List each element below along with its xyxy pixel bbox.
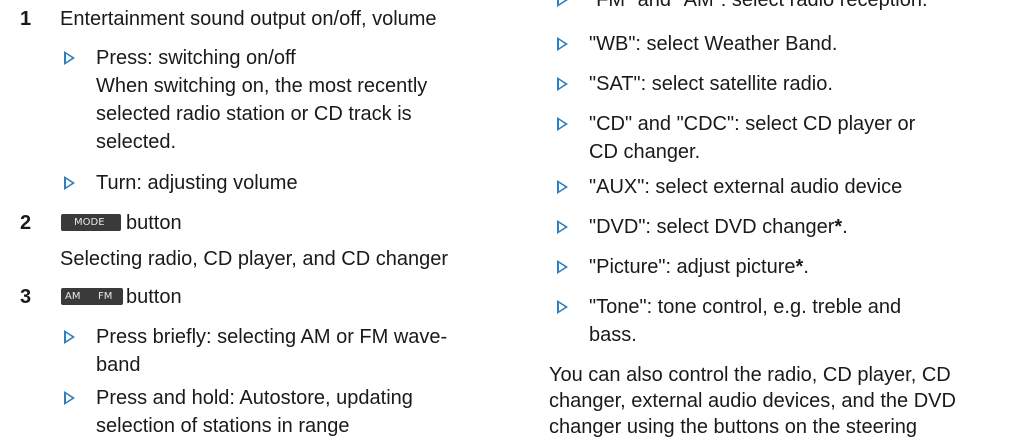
item-3-bullet-2-line-2: selection of stations in range — [96, 415, 350, 437]
right-bullet-7-line-1: "Tone": tone control, e.g. treble and — [589, 296, 902, 318]
right-bullet-0: "FM" and "AM": select radio reception. — [589, 0, 928, 11]
am-fm-button-icon: AM FM — [61, 288, 123, 305]
right-bullet-1: "WB": select Weather Band. — [589, 33, 838, 55]
triangle-bullet-icon — [557, 37, 568, 51]
item-2-number: 2 — [20, 212, 32, 234]
right-bullet-5: "DVD": select DVD changer*. — [589, 214, 848, 240]
triangle-bullet-icon — [557, 77, 568, 91]
triangle-bullet-icon — [64, 51, 75, 65]
right-bullet-6: "Picture": adjust picture*. — [589, 254, 809, 280]
right-bullet-2: "SAT": select satellite radio. — [589, 73, 833, 95]
item-2-suffix: button — [126, 212, 182, 234]
right-bullet-6-end: . — [803, 256, 809, 278]
item-3-bullet-1-line-1: Press briefly: selecting AM or FM wave- — [96, 326, 448, 348]
right-bullet-3-line-2: CD changer. — [589, 141, 701, 163]
item-3-bullet-1-line-2: band — [96, 354, 141, 376]
item-1-bullet-2: Turn: adjusting volume — [96, 172, 298, 194]
right-bullet-4: "AUX": select external audio device — [589, 176, 903, 198]
paragraph-line-3: changer using the buttons on the steerin… — [549, 416, 918, 438]
right-bullet-5-text: "DVD": select DVD changer — [589, 216, 835, 238]
paragraph-line-1: You can also control the radio, CD playe… — [549, 364, 951, 386]
item-2-description: Selecting radio, CD player, and CD chang… — [60, 248, 448, 270]
mode-button-icon: MODE — [61, 214, 121, 231]
item-3-bullet-2-line-1: Press and hold: Autostore, updating — [96, 387, 413, 409]
item-3-suffix: button — [126, 286, 182, 308]
triangle-bullet-icon — [557, 220, 568, 234]
fm-button-label: FM — [98, 291, 113, 302]
item-1-title: Entertainment sound output on/off, volum… — [60, 8, 437, 30]
right-bullet-6-text: "Picture": adjust picture — [589, 256, 796, 278]
triangle-bullet-icon — [557, 117, 568, 131]
mode-button-label: MODE — [74, 217, 105, 228]
right-bullet-5-end: . — [842, 216, 848, 238]
item-1-bullet-1-line-4: selected. — [96, 131, 177, 153]
item-1-bullet-1-line-3: selected radio station or CD track is — [96, 103, 412, 125]
triangle-bullet-icon — [64, 330, 75, 344]
triangle-bullet-icon — [557, 180, 568, 194]
item-1-bullet-1: Press: switching on/off — [96, 47, 296, 69]
triangle-bullet-icon — [557, 0, 568, 7]
paragraph-line-2: changer, external audio devices, and the… — [549, 390, 956, 412]
triangle-bullet-icon — [557, 260, 568, 274]
item-1-bullet-1-line-2: When switching on, the most recently — [96, 75, 428, 97]
triangle-bullet-icon — [64, 391, 75, 405]
right-column: "FM" and "AM": select radio reception. "… — [500, 0, 1009, 438]
triangle-bullet-icon — [557, 300, 568, 314]
triangle-bullet-icon — [64, 176, 75, 190]
item-1-number: 1 — [20, 8, 32, 30]
right-bullet-3-line-1: "CD" and "CDC": select CD player or — [589, 113, 916, 135]
am-button-label: AM — [65, 291, 81, 302]
left-column: 1 Entertainment sound output on/off, vol… — [0, 0, 500, 438]
item-3-number: 3 — [20, 286, 32, 308]
right-bullet-7-line-2: bass. — [589, 324, 637, 346]
